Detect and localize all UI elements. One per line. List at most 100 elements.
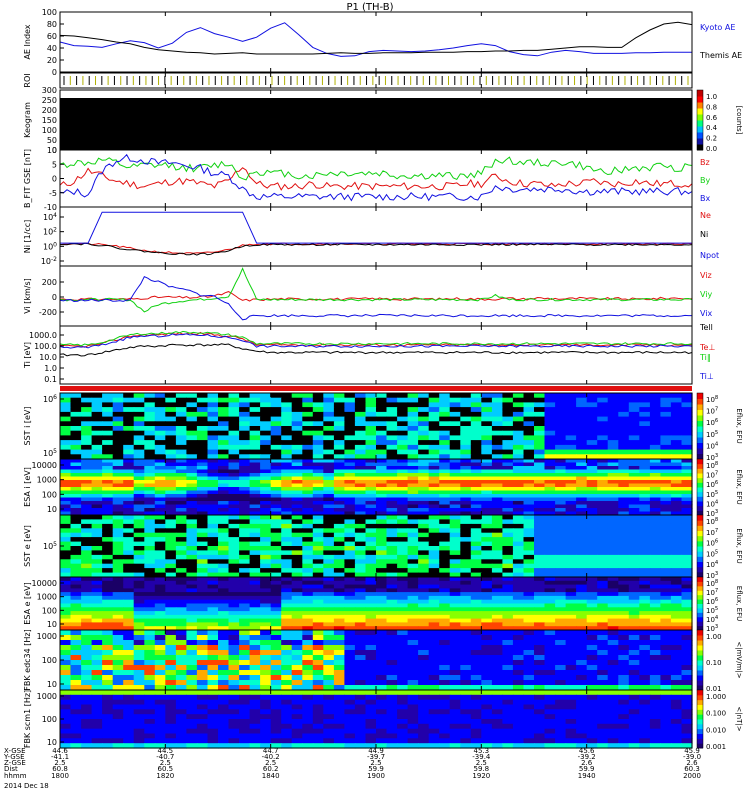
- fbk-b-cell: [208, 690, 219, 695]
- esa-i-cell: [334, 473, 345, 477]
- fbk-b-cell: [524, 700, 535, 705]
- esa-i-cell: [165, 498, 176, 502]
- legend-tipar: Ti‖: [699, 353, 711, 362]
- esa-e-cell: [671, 607, 682, 611]
- esa-e-cell: [271, 581, 282, 585]
- esa-i-cell: [587, 463, 598, 467]
- sst-i-cell: [555, 431, 566, 436]
- sst-e-cell: [250, 537, 261, 542]
- fbk-b-cell: [271, 700, 282, 705]
- sst-e-cell: [271, 546, 282, 551]
- sst-e-cell: [471, 533, 482, 538]
- sst-i-cell: [639, 402, 650, 407]
- sst-i-cell: [618, 426, 629, 431]
- esa-i-cell: [513, 466, 524, 470]
- sst-i-cell: [555, 398, 566, 403]
- sst-i-cell: [376, 426, 387, 431]
- esa-e-cell: [218, 611, 229, 615]
- esa-e-cell: [639, 585, 650, 589]
- sst-i-cell: [639, 435, 650, 440]
- sst-e-cell: [81, 564, 92, 569]
- fbk-e-cell: [376, 645, 387, 651]
- esa-e-cell: [155, 607, 166, 611]
- sst-i-cell: [229, 431, 240, 436]
- sst-e-cell: [155, 524, 166, 529]
- fbk-e-cell: [671, 660, 682, 666]
- fbk-e-cell: [334, 670, 345, 676]
- fbk-e-cell: [618, 630, 629, 636]
- esa-e-cell: [524, 611, 535, 615]
- sst-i-cell: [524, 407, 535, 412]
- sst-i-cell: [165, 450, 176, 455]
- esa-e-cell: [629, 611, 640, 615]
- esa-e-cell: [471, 577, 482, 581]
- fbk-b-cell: [492, 695, 503, 700]
- sst-i-cell: [313, 435, 324, 440]
- fbk-e-cell: [92, 630, 103, 636]
- sst-i-cell: [629, 450, 640, 455]
- fbk-b-cell: [492, 690, 503, 695]
- sst-i-cell: [450, 426, 461, 431]
- esa-i-colorbar-cell: [697, 478, 703, 483]
- sst-e-cell: [134, 533, 145, 538]
- sst-i-cell: [323, 402, 334, 407]
- sst-i-cell: [334, 412, 345, 417]
- fbk-e-cell: [60, 630, 71, 636]
- sst-i-cell: [281, 450, 292, 455]
- esa-i-cell: [123, 505, 134, 509]
- sst-i-cell: [334, 421, 345, 426]
- esa-i-colorbar-cell: [697, 501, 703, 506]
- esa-e-cell: [250, 604, 261, 608]
- sst-i-colorbar-tick: 106: [706, 418, 719, 427]
- esa-e-cell: [439, 604, 450, 608]
- sst-e-cell: [481, 528, 492, 533]
- esa-i-cell: [366, 480, 377, 484]
- fbk-b-cell: [155, 695, 166, 700]
- esa-i-cell: [492, 501, 503, 505]
- sst-e-cell: [545, 550, 556, 555]
- esa-e-cell: [81, 607, 92, 611]
- keogram-colorbar-tick: 0.8: [706, 103, 717, 111]
- fbk-e-cell: [81, 630, 92, 636]
- fbk-b-cell: [639, 690, 650, 695]
- fbk-b-cell: [313, 705, 324, 710]
- esa-i-cell: [671, 494, 682, 498]
- esa-i-cell: [650, 470, 661, 474]
- esa-e-cell: [292, 585, 303, 589]
- sst-e-cell: [313, 524, 324, 529]
- esa-i-cell: [639, 459, 650, 463]
- sst-i-cell: [492, 412, 503, 417]
- sst-e-cell: [439, 568, 450, 573]
- esa-e-cell: [492, 592, 503, 596]
- sst-e-cell: [460, 542, 471, 547]
- sst-e-cell: [492, 542, 503, 547]
- fbk-e-cell: [629, 645, 640, 651]
- esa-e-colorbar-cell: [697, 595, 703, 600]
- sst-e-cell: [92, 533, 103, 538]
- fbk-e-cell: [397, 670, 408, 676]
- sst-i-cell: [102, 417, 113, 422]
- sst-e-cell: [524, 519, 535, 524]
- fbk-e-cell: [355, 630, 366, 636]
- sst-i-cell: [165, 417, 176, 422]
- esa-i-cell: [323, 487, 334, 491]
- esa-i-cell: [450, 459, 461, 463]
- sst-e-cell: [618, 542, 629, 547]
- esa-e-cell: [587, 607, 598, 611]
- esa-i-cell: [102, 505, 113, 509]
- sst-e-cell: [450, 568, 461, 573]
- fbk-e-cell: [650, 670, 661, 676]
- esa-i-cell: [292, 508, 303, 512]
- esa-i-cell: [134, 491, 145, 495]
- sst-e-cell: [597, 555, 608, 560]
- sst-i-cell: [366, 435, 377, 440]
- esa-e-cell: [608, 585, 619, 589]
- fbk-e-cell: [587, 655, 598, 661]
- esa-i-cell: [302, 477, 313, 481]
- sst-e-cell: [671, 519, 682, 524]
- sst-i-cell: [418, 426, 429, 431]
- fbk-e-cell: [60, 680, 71, 686]
- fbk-b-cell: [102, 695, 113, 700]
- esa-e-cell: [450, 622, 461, 626]
- esa-e-cell: [208, 611, 219, 615]
